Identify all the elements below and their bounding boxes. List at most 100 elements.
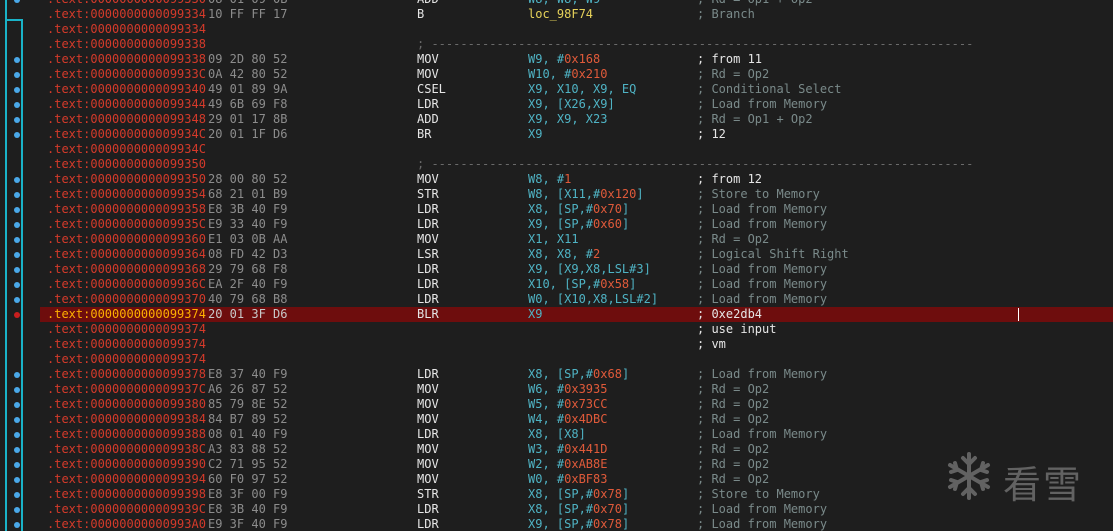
mnemonic[interactable]: ADD: [417, 0, 439, 7]
operands[interactable]: X9, X10, X9, EQ: [528, 82, 636, 97]
operand-register[interactable]: W3, #: [528, 442, 564, 456]
mnemonic[interactable]: ADD: [417, 112, 439, 127]
instruction-dot[interactable]: [14, 492, 20, 498]
listing-row[interactable]: .text:000000000009933C 0A 42 80 52 MOV W10,…: [40, 67, 1113, 82]
address[interactable]: .text:0000000000099384: [47, 412, 206, 427]
listing-row[interactable]: .text:0000000000099350 28 00 80 52 MOV W8, …: [40, 172, 1113, 187]
listing-row[interactable]: .text:0000000000099334 10 FF FF 17 Bloc_98…: [40, 7, 1113, 22]
breakpoint-dot[interactable]: [14, 312, 20, 318]
operand-immediate[interactable]: 1: [564, 172, 571, 186]
listing-row[interactable]: .text:0000000000099370 40 79 68 B8 LDR W0, …: [40, 292, 1113, 307]
operands[interactable]: X9, [SP,#0x60]: [528, 217, 629, 232]
operands[interactable]: W2, #0xAB8E: [528, 457, 607, 472]
mnemonic[interactable]: MOV: [417, 232, 439, 247]
address[interactable]: .text:0000000000099388: [47, 427, 206, 442]
listing-row[interactable]: .text:000000000009936C EA 2F 40 F9 LDR X10,…: [40, 277, 1113, 292]
operand-register[interactable]: X9, X10, X9, EQ: [528, 82, 636, 96]
operand-register[interactable]: ]: [629, 277, 636, 291]
operand-register[interactable]: X9, X9, X23: [528, 112, 607, 126]
address[interactable]: .text:0000000000099360: [47, 232, 206, 247]
operand-immediate[interactable]: 0xBF83: [564, 472, 607, 486]
listing-row[interactable]: .text:0000000000099358 E8 3B 40 F9 LDR X8, …: [40, 202, 1113, 217]
listing-row[interactable]: .text:0000000000099378 E8 37 40 F9 LDR X8, …: [40, 367, 1113, 382]
operand-register[interactable]: ]: [622, 487, 629, 501]
operand-register[interactable]: ]: [636, 187, 643, 201]
operands[interactable]: X9: [528, 307, 542, 322]
operands[interactable]: W8, W8, W9: [528, 0, 600, 7]
operands[interactable]: X8, [SP,#0x70]: [528, 502, 629, 517]
operand-register[interactable]: X9, [X26,X9]: [528, 97, 615, 111]
mnemonic[interactable]: LSR: [417, 247, 439, 262]
operand-immediate[interactable]: 0x70: [593, 502, 622, 516]
operand-immediate[interactable]: 0x78: [593, 517, 622, 531]
address[interactable]: .text:000000000009935C: [47, 217, 206, 232]
listing-row[interactable]: .text:000000000009934C 20 01 1F D6 BR X9 ; 1…: [40, 127, 1113, 142]
listing-row[interactable]: .text:0000000000099388 08 01 40 F9 LDR X8, …: [40, 427, 1113, 442]
operand-register[interactable]: W0, [X10,X8,LSL#2]: [528, 292, 658, 306]
operand-immediate[interactable]: 0x60: [593, 217, 622, 231]
instruction-dot[interactable]: [14, 207, 20, 213]
instruction-dot[interactable]: [14, 132, 20, 138]
operand-register[interactable]: W5, #: [528, 397, 564, 411]
address[interactable]: .text:000000000009933C: [47, 67, 206, 82]
address[interactable]: .text:0000000000099358: [47, 202, 206, 217]
mnemonic[interactable]: MOV: [417, 397, 439, 412]
operand-register[interactable]: W6, #: [528, 382, 564, 396]
instruction-dot[interactable]: [14, 117, 20, 123]
listing-row[interactable]: .text:0000000000099344 49 6B 69 F8 LDR X9, …: [40, 97, 1113, 112]
listing-row[interactable]: .text:0000000000099338 09 2D 80 52 MOV W9, …: [40, 52, 1113, 67]
instruction-dot[interactable]: [14, 282, 20, 288]
operand-register[interactable]: X1, X11: [528, 232, 579, 246]
operands[interactable]: X8, [SP,#0x68]: [528, 367, 629, 382]
mnemonic[interactable]: MOV: [417, 412, 439, 427]
operands[interactable]: W0, [X10,X8,LSL#2]: [528, 292, 658, 307]
address[interactable]: .text:0000000000099338: [47, 37, 206, 52]
address[interactable]: .text:0000000000099338: [47, 52, 206, 67]
operand-immediate[interactable]: 0x78: [593, 487, 622, 501]
operand-register[interactable]: X9, [SP,#: [528, 217, 593, 231]
address[interactable]: .text:0000000000099374: [47, 322, 206, 337]
listing-row[interactable]: .text:000000000009935C E9 33 40 F9 LDR X9, …: [40, 217, 1113, 232]
operand-register[interactable]: W2, #: [528, 457, 564, 471]
listing-row[interactable]: .text:000000000009939C E8 3B 40 F9 LDR X8, …: [40, 502, 1113, 517]
operand-register[interactable]: X9, [X9,X8,LSL#3]: [528, 262, 651, 276]
operand-immediate[interactable]: 0x70: [593, 202, 622, 216]
listing-row[interactable]: .text:0000000000099380 85 79 8E 52 MOV W5, …: [40, 397, 1113, 412]
operand-register[interactable]: X10, [SP,#: [528, 277, 600, 291]
operand-register[interactable]: W10, #: [528, 67, 571, 81]
operands[interactable]: W6, #0x3935: [528, 382, 607, 397]
operand-register[interactable]: W0, #: [528, 472, 564, 486]
operand-register[interactable]: W8, W8, W9: [528, 0, 600, 6]
address[interactable]: .text:0000000000099340: [47, 82, 206, 97]
operands[interactable]: W5, #0x73CC: [528, 397, 607, 412]
address[interactable]: .text:000000000009934C: [47, 142, 206, 157]
listing-row[interactable]: .text:0000000000099368 29 79 68 F8 LDR X9, …: [40, 262, 1113, 277]
address[interactable]: .text:0000000000099374: [47, 352, 206, 367]
operand-register[interactable]: W8, [X11,#: [528, 187, 600, 201]
operand-register[interactable]: X8, [X8]: [528, 427, 586, 441]
operand-register[interactable]: X9: [528, 127, 542, 141]
mnemonic[interactable]: CSEL: [417, 82, 446, 97]
operand-immediate[interactable]: 2: [593, 247, 600, 261]
operand-register[interactable]: W9, #: [528, 52, 564, 66]
listing-row[interactable]: .text:000000000009934C: [40, 142, 1113, 157]
instruction-dot[interactable]: [14, 87, 20, 93]
mnemonic[interactable]: STR: [417, 187, 439, 202]
address[interactable]: .text:0000000000099398: [47, 487, 206, 502]
instruction-dot[interactable]: [14, 57, 20, 63]
operands[interactable]: W8, #1: [528, 172, 571, 187]
operands[interactable]: X8, X8, #2: [528, 247, 600, 262]
operand-register[interactable]: X9, [SP,#: [528, 517, 593, 531]
operands[interactable]: W9, #0x168: [528, 52, 600, 67]
listing-row[interactable]: .text:0000000000099340 49 01 89 9A CSEL X9,…: [40, 82, 1113, 97]
mnemonic[interactable]: MOV: [417, 67, 439, 82]
instruction-dot[interactable]: [14, 177, 20, 183]
mnemonic[interactable]: MOV: [417, 172, 439, 187]
mnemonic[interactable]: LDR: [417, 427, 439, 442]
instruction-dot[interactable]: [14, 297, 20, 303]
listing-row[interactable]: .text:0000000000099364 08 FD 42 D3 LSR X8, …: [40, 247, 1113, 262]
instruction-dot[interactable]: [14, 507, 20, 513]
mnemonic[interactable]: LDR: [417, 97, 439, 112]
operands[interactable]: W4, #0x4DBC: [528, 412, 607, 427]
operands[interactable]: X9: [528, 127, 542, 142]
